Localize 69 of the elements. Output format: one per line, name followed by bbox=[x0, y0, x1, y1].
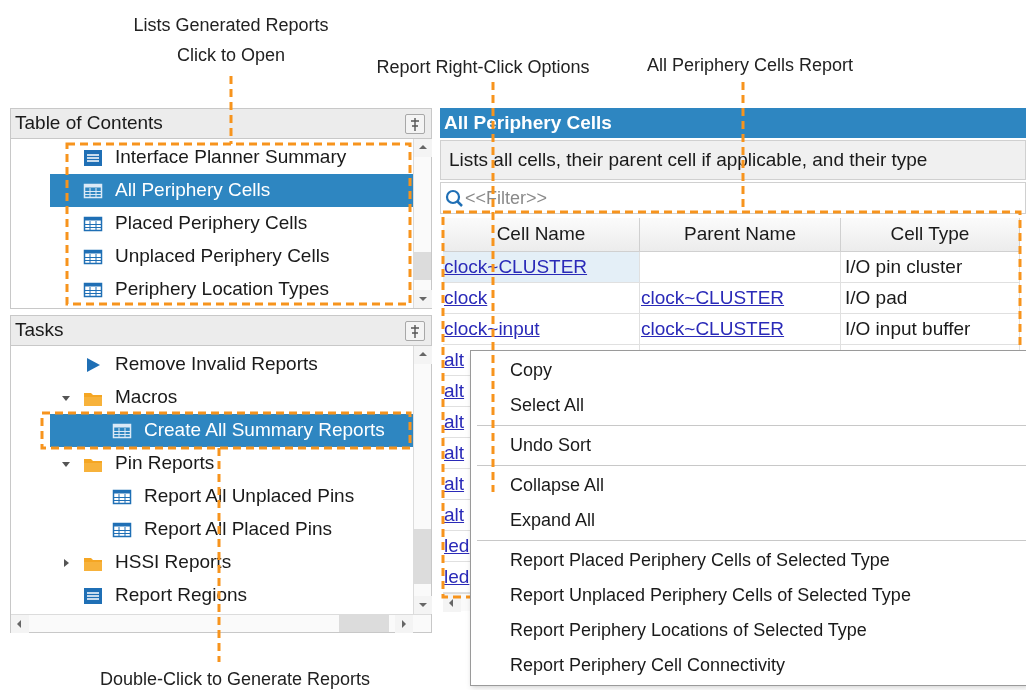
menu-item[interactable]: Report Periphery Locations of Selected Type bbox=[471, 613, 1026, 648]
report-list-item[interactable]: Interface Planner Summary bbox=[50, 141, 413, 174]
task-item[interactable]: Create All Summary Reports bbox=[50, 414, 413, 447]
panel-title: Table of Contents bbox=[15, 111, 163, 136]
report-list-item[interactable]: Unplaced Periphery Cells bbox=[50, 240, 413, 273]
column-header[interactable]: Cell Type bbox=[841, 218, 1020, 252]
filter-input[interactable]: <<Filter>> bbox=[465, 184, 1025, 212]
menu-item[interactable]: Copy bbox=[471, 353, 1026, 388]
search-icon bbox=[445, 189, 463, 207]
cell-link[interactable]: alt bbox=[444, 407, 465, 437]
table-icon bbox=[112, 421, 132, 440]
table-icon bbox=[83, 214, 103, 233]
cell-link[interactable]: clock~CLUSTER bbox=[641, 283, 785, 313]
table-cell: I/O pin cluster bbox=[841, 252, 1020, 283]
cell-link[interactable]: alt bbox=[444, 376, 465, 406]
menu-item[interactable]: Report Unplaced Periphery Cells of Selected Type bbox=[471, 578, 1026, 613]
callout-label: Lists Generated Reports Click to Open bbox=[132, 14, 330, 67]
report-list-item[interactable]: Placed Periphery Cells bbox=[50, 207, 413, 240]
cell-link[interactable]: alt bbox=[444, 438, 465, 468]
cell-link[interactable]: alt bbox=[444, 469, 465, 499]
menu-item[interactable]: Collapse All bbox=[471, 468, 1026, 503]
menu-item[interactable]: Select All bbox=[471, 388, 1026, 423]
list-icon bbox=[83, 586, 103, 605]
cell-link[interactable]: clock~input bbox=[444, 314, 540, 344]
panel-title: Tasks bbox=[15, 318, 64, 343]
task-item[interactable]: Remove Invalid Reports bbox=[50, 348, 413, 381]
table-icon bbox=[83, 280, 103, 299]
callout-label: All Periphery Cells Report bbox=[645, 54, 855, 77]
report-list-item[interactable]: Periphery Location Types bbox=[50, 273, 413, 306]
vertical-scrollbar[interactable] bbox=[413, 139, 431, 308]
callout-label: Double-Click to Generate Reports bbox=[98, 668, 372, 690]
cell-link[interactable]: clock~CLUSTER bbox=[444, 252, 588, 282]
cell-link[interactable]: led bbox=[444, 562, 470, 592]
report-description: Lists all cells, their parent cell if applicable, and their type bbox=[440, 140, 1026, 180]
leader-line bbox=[229, 76, 233, 144]
task-item[interactable]: Report Regions bbox=[50, 579, 413, 612]
menu-item[interactable]: Report Periphery Cell Connectivity bbox=[471, 648, 1026, 683]
pin-icon bbox=[408, 116, 422, 131]
scroll-thumb[interactable] bbox=[339, 615, 389, 632]
pin-icon bbox=[408, 323, 422, 338]
cell-link[interactable]: alt bbox=[444, 345, 465, 375]
report-title: All Periphery Cells bbox=[440, 108, 1026, 138]
scroll-thumb[interactable] bbox=[414, 252, 431, 280]
pin-button[interactable] bbox=[405, 113, 425, 134]
table-icon bbox=[83, 247, 103, 266]
cell-link[interactable]: clock bbox=[444, 283, 488, 313]
column-header[interactable]: Cell Name bbox=[443, 218, 640, 252]
task-item[interactable]: Macros bbox=[50, 381, 413, 414]
horizontal-scrollbar[interactable] bbox=[11, 614, 431, 632]
table-cell: I/O pad bbox=[841, 283, 1020, 314]
task-item[interactable]: Pin Reports bbox=[50, 447, 413, 480]
table-icon bbox=[83, 181, 103, 200]
cell-link[interactable]: clock~CLUSTER bbox=[641, 314, 785, 344]
scroll-thumb[interactable] bbox=[414, 529, 431, 584]
table-icon bbox=[112, 520, 132, 539]
table-icon bbox=[112, 487, 132, 506]
list-icon bbox=[83, 148, 103, 167]
pin-button[interactable] bbox=[405, 320, 425, 341]
menu-item[interactable]: Expand All bbox=[471, 503, 1026, 538]
cell-link[interactable]: alt bbox=[444, 500, 465, 530]
task-item[interactable]: HSSI Reports bbox=[50, 546, 413, 579]
callout-label: Report Right-Click Options bbox=[375, 56, 591, 79]
menu-item[interactable]: Report Placed Periphery Cells of Selected Type bbox=[471, 543, 1026, 578]
cell-link[interactable]: led bbox=[444, 531, 470, 561]
menu-item[interactable]: Undo Sort bbox=[471, 428, 1026, 463]
report-list-item[interactable]: All Periphery Cells bbox=[50, 174, 413, 207]
filter-field[interactable]: <<Filter>> bbox=[440, 182, 1026, 214]
vertical-scrollbar[interactable] bbox=[413, 346, 431, 614]
column-header[interactable]: Parent Name bbox=[640, 218, 841, 252]
